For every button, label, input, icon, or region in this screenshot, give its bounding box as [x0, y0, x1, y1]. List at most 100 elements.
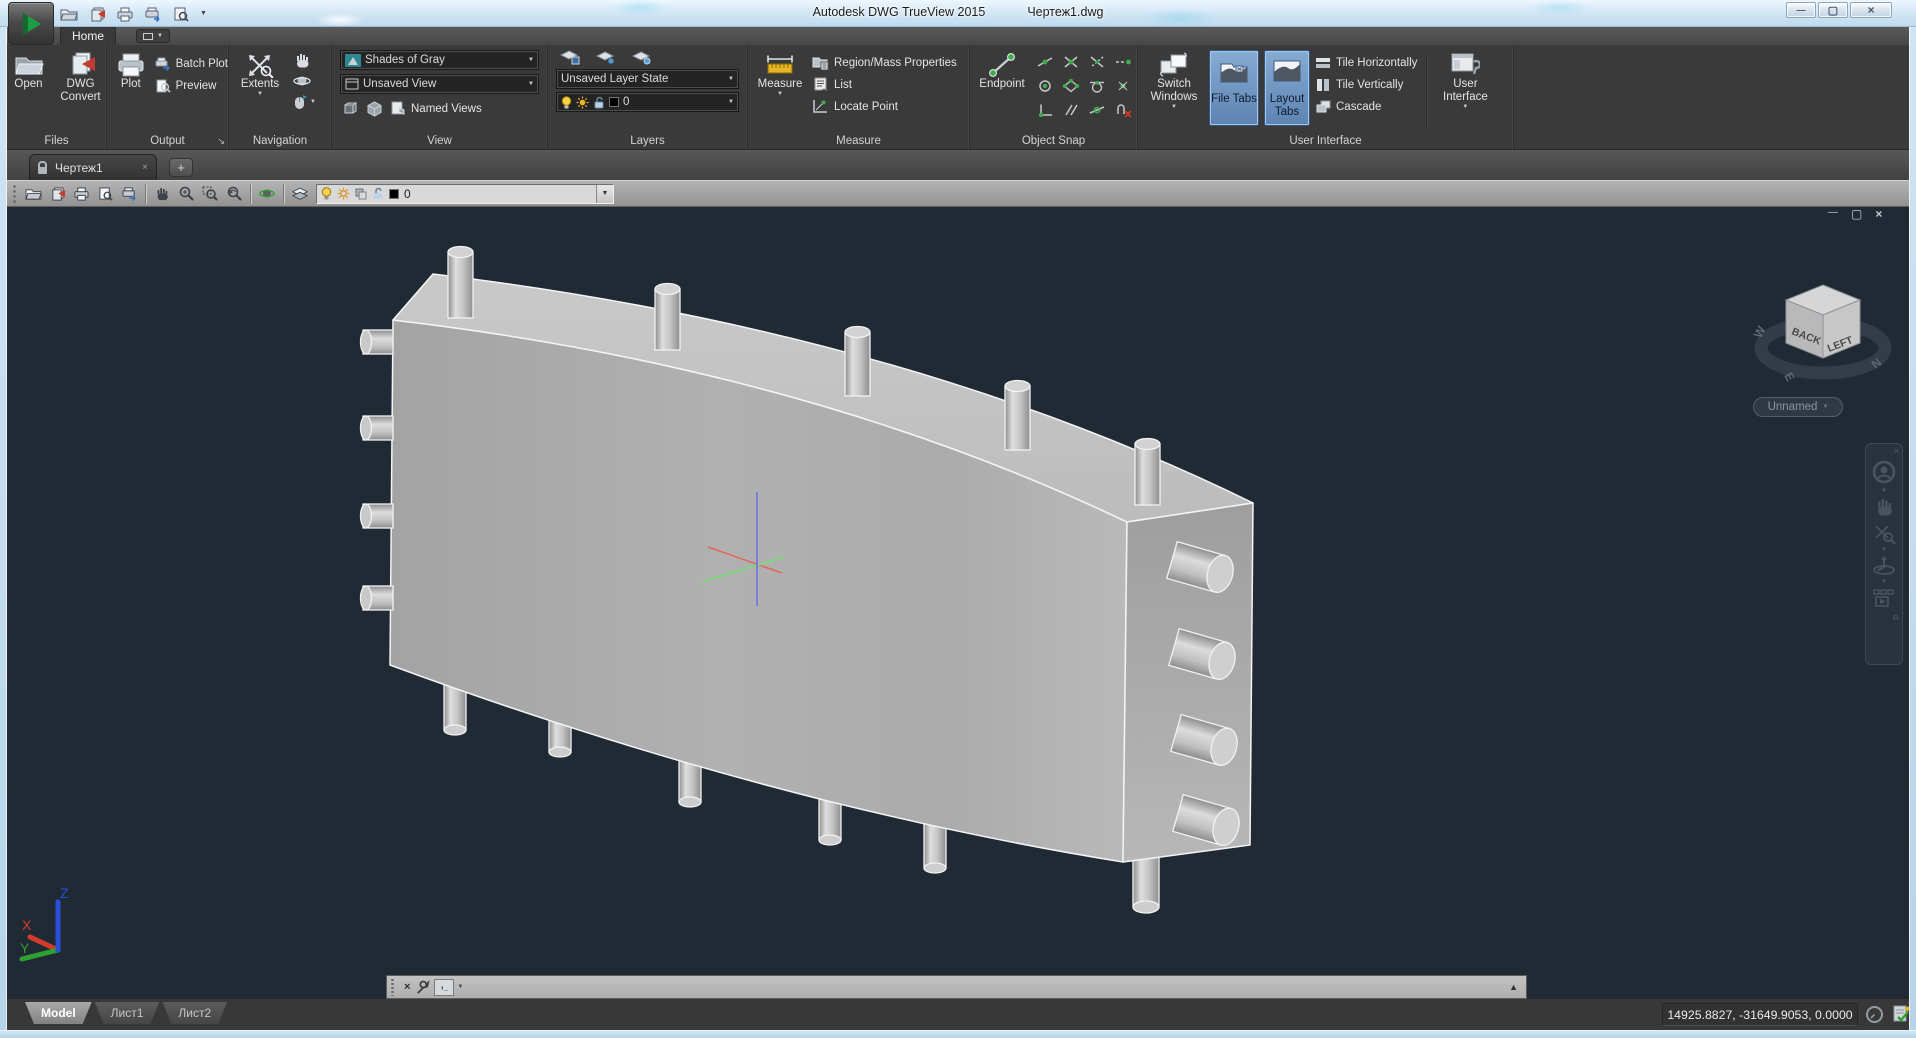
navbar-showmotion-icon[interactable] [1872, 588, 1896, 608]
toolbar-preview-icon[interactable] [93, 183, 117, 205]
command-prompt-icon[interactable]: ›_ [434, 978, 455, 996]
layer-state-icon[interactable] [560, 49, 580, 65]
doc-minimize-icon[interactable]: — [1828, 207, 1838, 221]
named-views-button[interactable]: Named Views [390, 98, 482, 119]
viewcube-view-selector[interactable]: Unnamed ▼ [1753, 397, 1843, 417]
osnap-endpoint-button[interactable]: Endpoint [974, 50, 1030, 91]
restore-button[interactable]: ▢ [1818, 2, 1848, 18]
locate-point-button[interactable]: Locate Point [812, 96, 957, 117]
batch-plot-icon[interactable] [144, 7, 162, 22]
cascade-button[interactable]: Cascade [1315, 96, 1417, 117]
osnap-extension-icon[interactable] [1110, 51, 1136, 73]
osnap-parallel-icon[interactable] [1058, 99, 1084, 121]
dwg-convert-icon[interactable] [88, 7, 106, 22]
command-customize-wrench-icon[interactable] [415, 979, 431, 995]
tab-sheet2[interactable]: Лист2 [162, 1002, 227, 1024]
pan-icon[interactable] [293, 52, 311, 68]
osnap-center-icon[interactable] [1032, 75, 1058, 97]
user-interface-dropdown[interactable]: ▼ [1462, 104, 1468, 110]
layer-freeze-icon[interactable] [596, 50, 616, 65]
arc-segment-solid[interactable] [389, 273, 1254, 863]
plot-icon[interactable] [116, 7, 134, 22]
trusted-dwg-icon[interactable] [1891, 1005, 1911, 1030]
layout-tabs-toggle[interactable]: Layout Tabs [1264, 50, 1310, 126]
toolbar-layer-dropdown[interactable]: ▼ [596, 184, 613, 203]
user-interface-button[interactable]: User Interface ▼ [1436, 50, 1494, 110]
open-button[interactable]: Open [8, 50, 50, 91]
minimize-button[interactable]: — [1786, 2, 1816, 18]
view-cube-shaded-icon[interactable] [366, 100, 383, 117]
close-button[interactable]: × [1850, 2, 1892, 18]
command-close-icon[interactable]: × [399, 981, 415, 993]
qat-customize-dropdown[interactable]: ▼ [200, 10, 207, 17]
isolate-objects-icon[interactable] [1865, 1005, 1884, 1029]
toolbar-orbit-icon[interactable] [255, 183, 279, 205]
tab-close-icon[interactable]: × [142, 162, 148, 173]
view-cube-flat-icon[interactable] [342, 101, 359, 117]
tile-horizontally-button[interactable]: Tile Horizontally [1315, 52, 1417, 73]
view-state-combo[interactable]: Unsaved View ▼ [340, 74, 539, 94]
command-recent-dropdown[interactable]: ▼ [457, 984, 463, 990]
navbar-orbit-dropdown[interactable]: ▼ [1881, 579, 1887, 585]
toolbar-batch-plot-icon[interactable] [117, 183, 141, 205]
navigation-bar[interactable]: × ▼ ▼ ▼ ⊖ [1865, 443, 1903, 665]
osnap-node-icon[interactable] [1110, 75, 1136, 97]
tab-model[interactable]: Model [25, 1002, 92, 1024]
navbar-wheel-dropdown[interactable]: ▼ [1881, 488, 1887, 494]
ribbon-display-toggle[interactable]: ▼ [136, 29, 170, 43]
command-bar-grip[interactable] [390, 978, 395, 996]
plot-button[interactable]: Plot [111, 50, 151, 91]
new-tab-button[interactable]: + [169, 158, 193, 177]
osnap-intersection-icon[interactable] [1058, 51, 1084, 73]
region-mass-properties-button[interactable]: Region/Mass Properties [812, 52, 957, 73]
toolbar-layer-combo[interactable]: 0 ▼ [316, 183, 614, 204]
layer-combo[interactable]: 0 ▼ [556, 92, 739, 112]
drawing-file-tab[interactable]: Чертеж1 × [29, 154, 157, 180]
navigation-wheel-icon[interactable] [1871, 459, 1897, 485]
measure-button[interactable]: Measure ▼ [754, 50, 806, 97]
navbar-pan-icon[interactable] [1873, 497, 1895, 516]
osnap-tangent-icon[interactable] [1084, 75, 1110, 97]
toolbar-open-icon[interactable] [21, 183, 45, 205]
navbar-customize-icon[interactable]: ⊖ [1892, 613, 1899, 622]
tab-home[interactable]: Home [60, 27, 116, 45]
command-history-up-icon[interactable]: ▲ [1509, 982, 1526, 992]
toolbar-zoom-window-icon[interactable] [198, 183, 222, 205]
open-icon[interactable] [60, 7, 78, 22]
measure-dropdown[interactable]: ▼ [777, 91, 783, 97]
osnap-nearest-icon[interactable] [1084, 99, 1110, 121]
toolbar-zoom-realtime-icon[interactable] [174, 183, 198, 205]
toolbar-grip[interactable] [12, 183, 17, 204]
orbit-icon[interactable] [293, 73, 311, 89]
navbar-zoom-icon[interactable] [1872, 522, 1896, 544]
switch-windows-button[interactable]: Switch Windows ▼ [1144, 50, 1204, 110]
steering-wheels-dropdown[interactable]: ▼ [310, 99, 316, 105]
toolbar-layer-states-icon[interactable] [288, 183, 312, 205]
zoom-extents-dropdown[interactable]: ▼ [257, 91, 263, 97]
preview-icon[interactable] [172, 7, 190, 22]
list-button[interactable]: List [812, 74, 957, 95]
tile-vertically-button[interactable]: Tile Vertically [1315, 74, 1417, 95]
application-menu-button[interactable] [8, 2, 54, 45]
toolbar-plot-icon[interactable] [69, 183, 93, 205]
steering-wheels-icon[interactable] [293, 94, 307, 110]
dwg-convert-button[interactable]: DWG Convert [56, 50, 106, 104]
layer-state-combo[interactable]: Unsaved Layer State ▼ [556, 69, 739, 89]
model-3d-view[interactable]: W E N BACK LEFT X Y Z [7, 207, 1909, 998]
navbar-zoom-dropdown[interactable]: ▼ [1881, 547, 1887, 553]
osnap-quadrant-icon[interactable] [1058, 75, 1084, 97]
switch-windows-dropdown[interactable]: ▼ [1171, 104, 1177, 110]
toolbar-pan-icon[interactable] [150, 183, 174, 205]
layer-isolate-icon[interactable] [632, 50, 652, 65]
command-line-bar[interactable]: × ›_ ▼ ▲ [386, 975, 1527, 999]
output-dialog-launcher[interactable]: ↘ [217, 136, 225, 147]
doc-close-icon[interactable]: × [1875, 207, 1882, 221]
osnap-perpendicular-icon[interactable] [1032, 99, 1058, 121]
batch-plot-button[interactable]: Batch Plot [155, 53, 228, 74]
toolbar-zoom-previous-icon[interactable] [222, 183, 246, 205]
osnap-apparent-intersection-icon[interactable] [1084, 51, 1110, 73]
visual-style-combo[interactable]: Shades of Gray ▼ [340, 50, 539, 70]
osnap-none-icon[interactable] [1110, 99, 1136, 121]
toolbar-dwg-convert-icon[interactable] [45, 183, 69, 205]
osnap-midpoint-icon[interactable] [1032, 51, 1058, 73]
